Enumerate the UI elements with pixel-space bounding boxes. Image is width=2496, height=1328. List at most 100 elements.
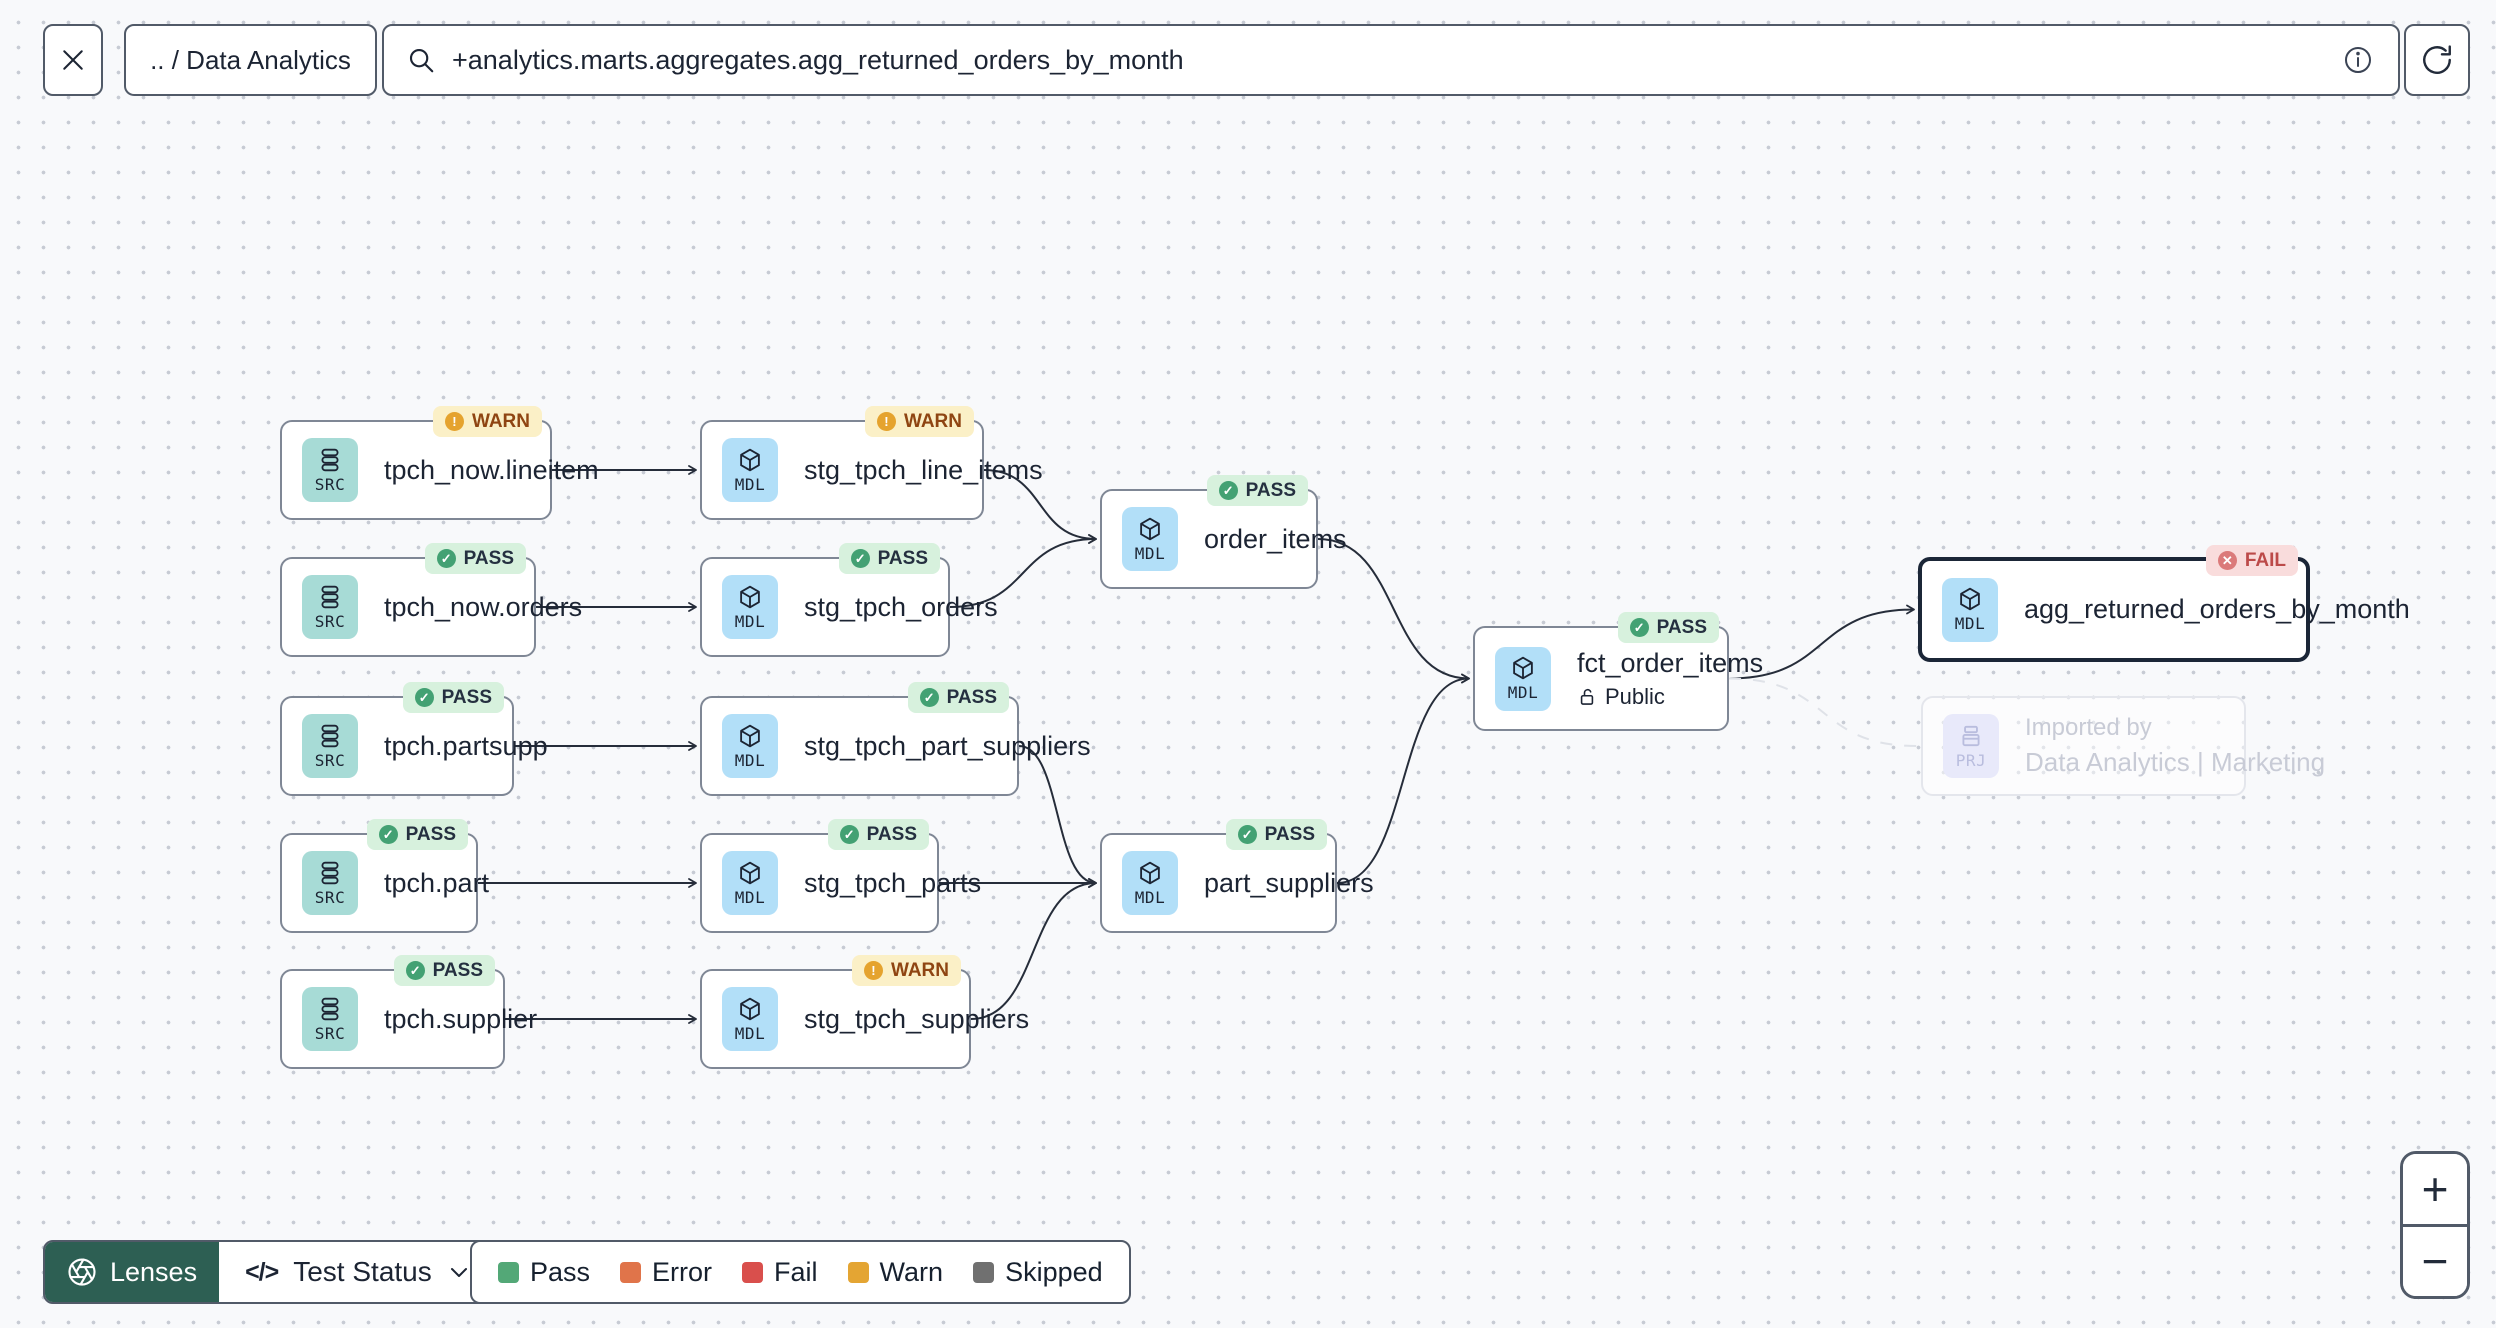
status-badge-pass: ✓ PASS (827, 819, 929, 850)
cube-icon (737, 996, 763, 1022)
node-type-chip: MDL (722, 438, 778, 502)
node-subtitle-label: Data Analytics | Marketing (2025, 747, 2326, 777)
legend-item-pass: Pass (498, 1257, 590, 1288)
edge-part_suppliers-to-fct_order_items (1336, 673, 1470, 884)
status-badge-label: PASS (441, 686, 492, 708)
node-type-chip: SRC (302, 575, 358, 639)
lenses-button[interactable]: Lenses (45, 1242, 220, 1302)
node-text: stg_tpch_suppliers (804, 1004, 1029, 1035)
status-badge-label: PASS (1245, 479, 1296, 501)
aperture-icon (67, 1257, 97, 1287)
status-badge-pass: ✓ PASS (907, 682, 1009, 713)
graph-node-tpch_partsupp[interactable]: SRC tpch.partsupp ✓ PASS (280, 682, 548, 796)
cube-icon (1137, 860, 1163, 886)
node-title: Imported by (2025, 714, 2152, 741)
node-title: stg_tpch_suppliers (804, 1003, 1030, 1034)
node-type-chip: MDL (722, 851, 778, 915)
graph-node-tpch_supplier[interactable]: SRC tpch.supplier ✓ PASS (280, 955, 537, 1069)
status-badge-pass: ✓ PASS (1206, 475, 1308, 506)
node-text: stg_tpch_line_items (804, 455, 1043, 486)
status-badge-label: WARN (890, 959, 949, 981)
lock-open-icon (1577, 687, 1597, 707)
node-type-chip: SRC (302, 714, 358, 778)
graph-node-tpch_part[interactable]: SRC tpch.part ✓ PASS (280, 819, 489, 933)
status-badge-warn: ! WARN (864, 406, 974, 437)
breadcrumb[interactable]: .. / Data Analytics (124, 24, 377, 96)
status-badge-icon: ✓ (1218, 481, 1238, 500)
zoom-controls: + − (2400, 1151, 2470, 1299)
legend-label: Error (652, 1256, 713, 1287)
node-subtitle-label: Public (1605, 683, 1665, 709)
graph-node-stg_tpch_part_suppliers[interactable]: MDL stg_tpch_part_suppliers ✓ PASS (700, 682, 1091, 796)
search-input[interactable] (452, 44, 2326, 76)
legend-item-skipped: Skipped (973, 1257, 1103, 1288)
node-text: stg_tpch_part_suppliers (804, 731, 1091, 762)
top-toolbar: .. / Data Analytics (0, 24, 2496, 96)
node-type-label: MDL (734, 887, 766, 907)
status-legend: Pass Error Fail Warn Skipped (470, 1240, 1131, 1304)
status-badge-pass: ✓ PASS (1225, 819, 1327, 850)
node-type-label: MDL (734, 611, 766, 631)
node-type-label: SRC (314, 474, 346, 494)
status-badge-icon: ✓ (436, 549, 456, 568)
node-type-label: MDL (734, 750, 766, 770)
node-text: tpch.partsupp (384, 731, 548, 762)
graph-node-agg_returned_orders_by_month[interactable]: MDL agg_returned_orders_by_month ✕ FAIL (1918, 545, 2410, 662)
status-badge-icon: ✓ (919, 688, 939, 707)
node-subtitle: Data Analytics | Marketing (2025, 747, 2325, 778)
node-type-label: SRC (314, 611, 346, 631)
node-title: stg_tpch_part_suppliers (804, 730, 1091, 761)
database-icon (317, 584, 343, 610)
status-badge-label: WARN (903, 410, 962, 432)
node-title: stg_tpch_line_items (804, 454, 1043, 485)
graph-node-tpch_now_orders[interactable]: SRC tpch_now.orders ✓ PASS (280, 543, 582, 657)
node-text: order_items (1204, 524, 1347, 555)
node-text: tpch.part (384, 868, 489, 899)
cube-icon (1957, 586, 1983, 612)
refresh-button[interactable] (2404, 24, 2470, 96)
close-button[interactable] (43, 24, 103, 96)
graph-node-order_items[interactable]: MDL order_items ✓ PASS (1100, 475, 1347, 589)
legend-label: Pass (530, 1256, 591, 1287)
lineage-canvas[interactable]: SRC tpch_now.lineitem ! WARN SRC tpch_now.ord… (0, 0, 2496, 1328)
node-text: stg_tpch_orders (804, 592, 998, 623)
legend-swatch (498, 1261, 519, 1283)
chevron-down-icon (447, 1260, 471, 1284)
lens-selector[interactable]: </> Test Status (219, 1242, 497, 1302)
cube-icon (737, 584, 763, 610)
zoom-out-button[interactable]: − (2403, 1223, 2467, 1296)
node-type-label: MDL (1507, 683, 1539, 702)
graph-node-stg_tpch_parts[interactable]: MDL stg_tpch_parts ✓ PASS (700, 819, 981, 933)
status-badge-warn: ! WARN (851, 955, 961, 986)
graph-node-stg_tpch_line_items[interactable]: MDL stg_tpch_line_items ! WARN (700, 406, 1043, 520)
node-title: fct_order_items (1577, 647, 1764, 678)
node-type-label: MDL (734, 474, 766, 494)
graph-node-part_suppliers[interactable]: MDL part_suppliers ✓ PASS (1100, 819, 1374, 933)
zoom-in-button[interactable]: + (2403, 1154, 2467, 1224)
node-title: stg_tpch_orders (804, 591, 998, 622)
status-badge-icon: ✓ (414, 688, 434, 707)
graph-node-stg_tpch_orders[interactable]: MDL stg_tpch_orders ✓ PASS (700, 543, 998, 657)
status-badge-pass: ✓ PASS (393, 955, 495, 986)
graph-node-stg_tpch_suppliers[interactable]: MDL stg_tpch_suppliers! WARN (700, 955, 1029, 1069)
status-badge-label: PASS (463, 547, 514, 569)
graph-node-imported_by[interactable]: PRJ Imported by Data Analytics | Marketing (1921, 696, 2325, 796)
node-subtitle: Public (1577, 684, 1763, 710)
info-icon[interactable] (2342, 44, 2374, 76)
node-title: tpch_now.orders (384, 591, 583, 622)
node-title: tpch_now.lineitem (384, 454, 599, 485)
node-type-chip: MDL (722, 575, 778, 639)
node-text: Imported by Data Analytics | Marketing (2025, 714, 2325, 778)
status-badge-label: PASS (1264, 823, 1315, 845)
legend-swatch (742, 1261, 764, 1283)
database-icon (317, 723, 343, 749)
search-icon (406, 45, 436, 75)
graph-node-tpch_now_lineitem[interactable]: SRC tpch_now.lineitem! WARN (280, 406, 599, 520)
close-icon (58, 45, 88, 75)
node-text: tpch_now.orders (384, 592, 582, 623)
lens-selector-label: Test Status (293, 1256, 432, 1287)
node-type-label: MDL (1954, 614, 1986, 633)
node-text: tpch_now.lineitem (384, 455, 599, 486)
graph-node-fct_order_items[interactable]: MDL fct_order_items Public ✓ PASS (1473, 612, 1763, 731)
node-text: part_suppliers (1204, 868, 1374, 899)
